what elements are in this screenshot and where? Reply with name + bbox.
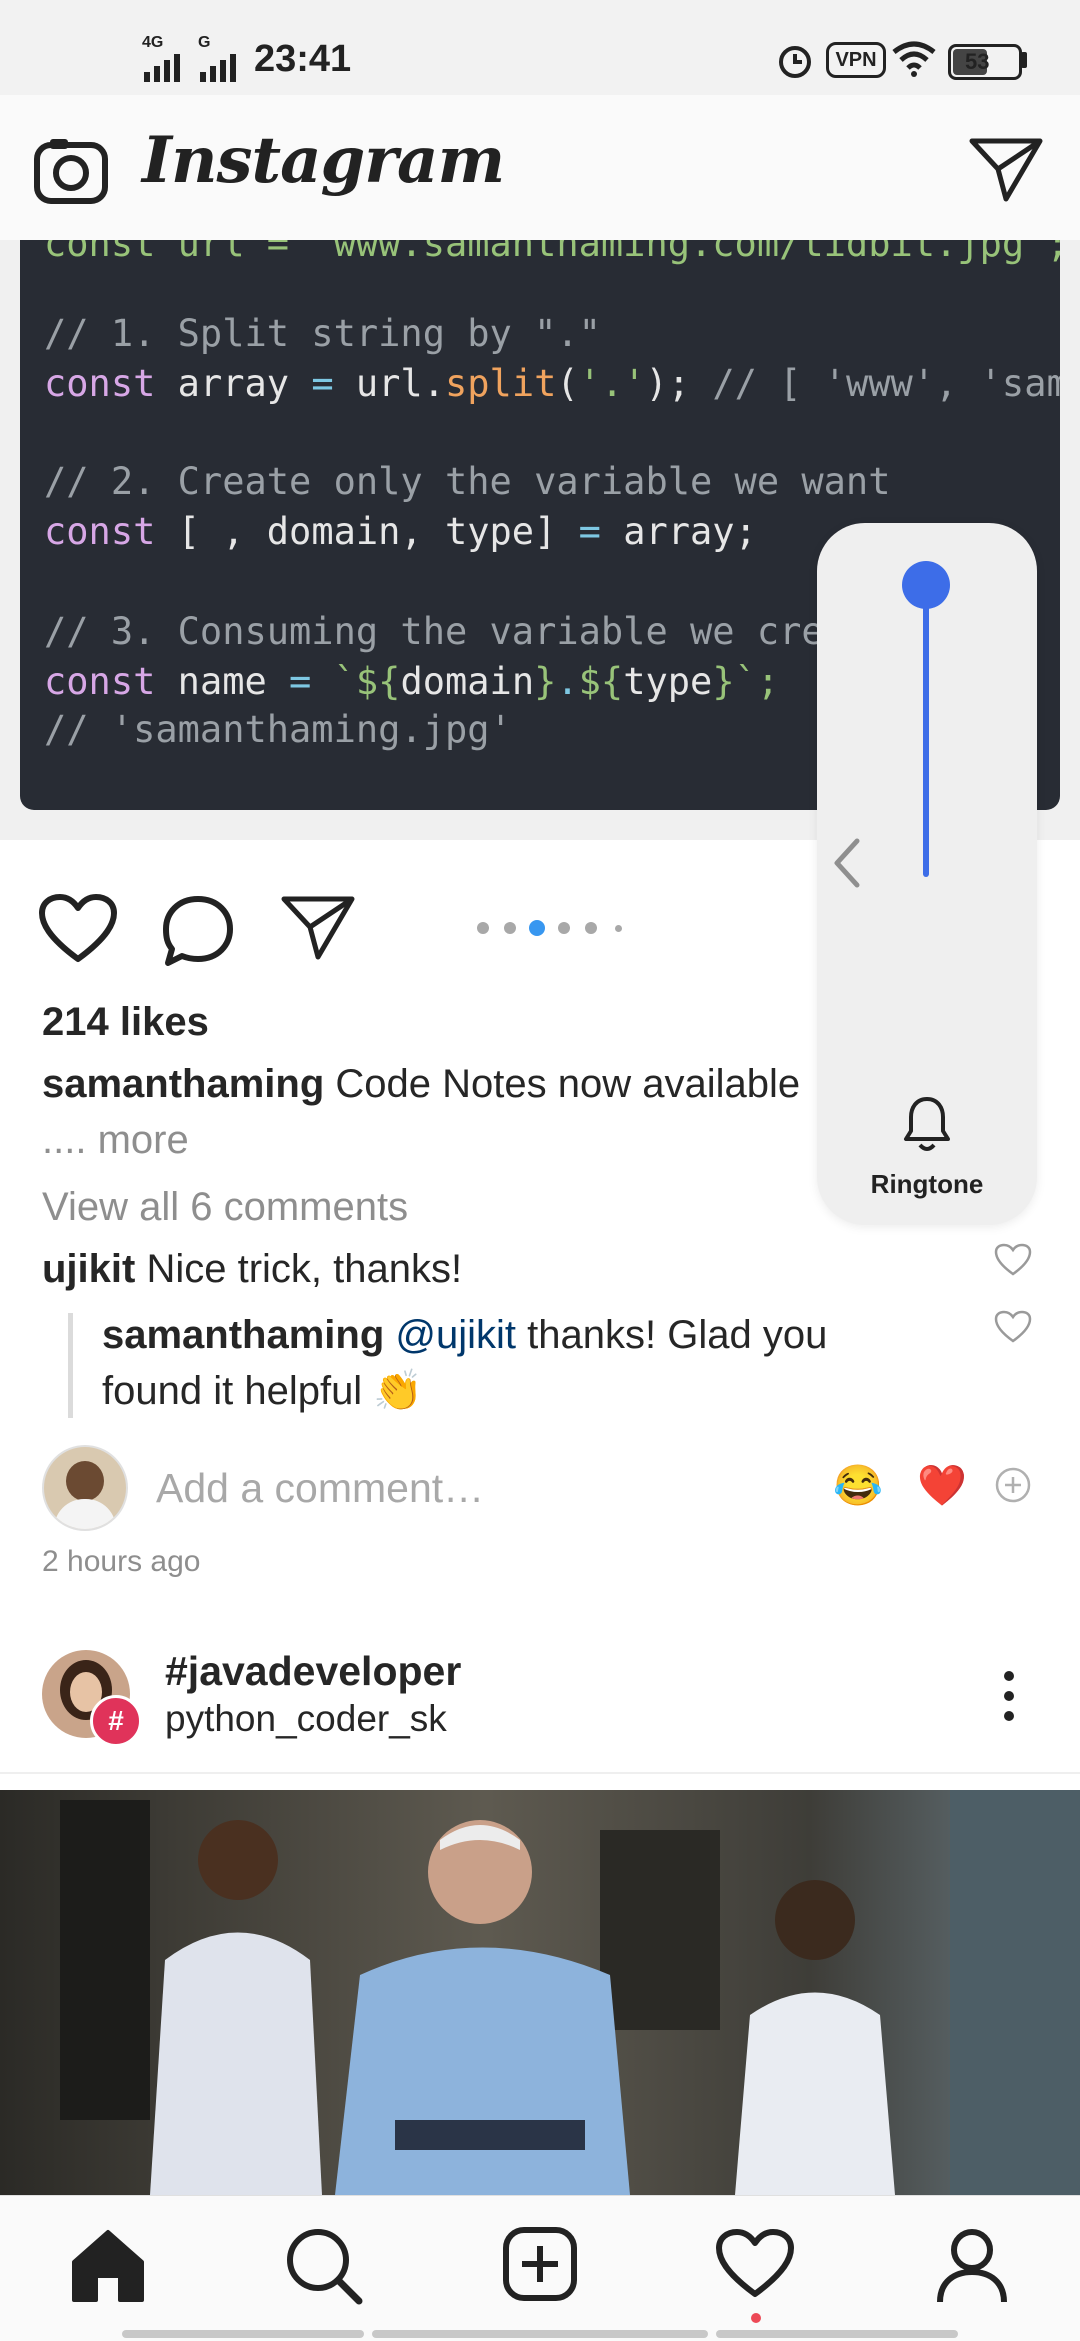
comment-2-text-line2: found it helpful 👏 [102, 1369, 424, 1413]
code-line-4: const [ , domain, type] = array; [44, 510, 757, 553]
search-icon[interactable] [284, 2226, 364, 2306]
caption-text: Code Notes now available [324, 1062, 801, 1106]
signal-bars-2 [200, 54, 236, 82]
post-divider [0, 1772, 1080, 1774]
photo-illustration [0, 1790, 1080, 2195]
view-all-comments-link[interactable]: View all 6 comments [42, 1185, 408, 1230]
gesture-bar-segment [716, 2330, 958, 2338]
status-bar: 4G G 23:41 VPN 53 [0, 0, 1080, 95]
hashtag-badge: # [90, 1695, 142, 1747]
vpn-badge: VPN [826, 42, 886, 78]
share-icon[interactable] [280, 893, 356, 961]
comment-2-like-icon[interactable] [994, 1310, 1032, 1344]
home-icon[interactable] [68, 2226, 148, 2306]
network-type-1: 4G [142, 34, 164, 51]
profile-icon[interactable] [932, 2226, 1012, 2306]
code-line-0: const url = 'www.samanthaming.com/tidbit… [44, 240, 1060, 265]
carousel-dot [504, 922, 516, 934]
app-header: Instagram [0, 95, 1080, 241]
comment-1-user[interactable]: ujikit [42, 1247, 135, 1291]
code-comment-5: // 3. Consuming the variable we created [44, 610, 913, 653]
code-line-2: const array = url.split('.'); // [ 'www'… [44, 362, 1060, 405]
reply-thread-line [68, 1313, 73, 1418]
activity-notification-dot [751, 2313, 761, 2323]
code-line-6: const name = `${domain}.${type}`; [44, 660, 780, 703]
bell-icon[interactable] [902, 1093, 952, 1155]
comment-1-text: Nice trick, thanks! [135, 1247, 463, 1291]
code-comment-7: // 'samanthaming.jpg' [44, 708, 512, 751]
comment-2-mention[interactable]: @ujikit [395, 1313, 516, 1357]
comment-1-like-icon[interactable] [994, 1243, 1032, 1277]
network-type-2: G [198, 34, 211, 51]
next-post-hashtag[interactable]: #javadeveloper [165, 1648, 461, 1695]
caption-author[interactable]: samanthaming [42, 1062, 324, 1106]
like-heart-icon[interactable] [38, 893, 118, 965]
code-comment-3: // 2. Create only the variable we want [44, 460, 891, 503]
carousel-indicator [475, 918, 635, 938]
post-caption: samanthaming Code Notes now available [42, 1062, 800, 1107]
battery-level: 53 [965, 49, 990, 74]
wifi-icon [892, 41, 936, 77]
comment-icon[interactable] [160, 893, 236, 969]
code-comment-1: // 1. Split string by "." [44, 312, 601, 355]
clock: 23:41 [254, 38, 352, 80]
activity-icon[interactable] [715, 2228, 795, 2300]
paper-plane-icon[interactable] [968, 135, 1044, 203]
carousel-dot [614, 924, 622, 932]
next-post-username[interactable]: python_coder_sk [165, 1698, 447, 1740]
comment-1: ujikit Nice trick, thanks! [42, 1247, 462, 1292]
comment-2-user[interactable]: samanthaming [102, 1313, 384, 1357]
gesture-bar-segment [122, 2330, 364, 2338]
comment-2-text-line1: thanks! Glad you [516, 1313, 828, 1357]
volume-panel: Ringtone [817, 523, 1037, 1225]
signal-bars-1 [144, 54, 180, 82]
quick-emoji-laugh[interactable]: 😂 [833, 1462, 883, 1509]
chevron-left-icon[interactable] [827, 835, 867, 891]
add-comment-input[interactable]: Add a comment… [156, 1465, 484, 1512]
more-options-icon[interactable] [994, 1668, 1024, 1724]
camera-icon[interactable] [32, 135, 112, 205]
carousel-dot [558, 922, 570, 934]
post-timestamp: 2 hours ago [42, 1545, 201, 1578]
likes-count[interactable]: 214 likes [42, 1000, 209, 1045]
battery-icon: 53 [948, 44, 1022, 80]
volume-level-fill [923, 585, 929, 877]
quick-emoji-heart[interactable]: ❤️ [917, 1462, 967, 1509]
alarm-icon [779, 46, 811, 78]
volume-slider-thumb[interactable] [902, 561, 950, 609]
comment-2: samanthaming @ujikit thanks! Glad you [102, 1313, 827, 1358]
carousel-dot [477, 922, 489, 934]
user-avatar [42, 1445, 128, 1531]
gesture-bar-segment [372, 2330, 708, 2338]
battery-tip [1021, 52, 1027, 68]
add-post-icon[interactable] [502, 2226, 578, 2302]
bottom-navigation [0, 2195, 1080, 2341]
carousel-dot [529, 920, 545, 936]
volume-stream-label: Ringtone [870, 1169, 984, 1199]
caption-more-link[interactable]: .... more [42, 1118, 189, 1163]
next-post-photo[interactable] [0, 1790, 1080, 2195]
carousel-dot [585, 922, 597, 934]
app-title: Instagram [142, 123, 505, 198]
add-emoji-icon[interactable] [995, 1467, 1031, 1503]
